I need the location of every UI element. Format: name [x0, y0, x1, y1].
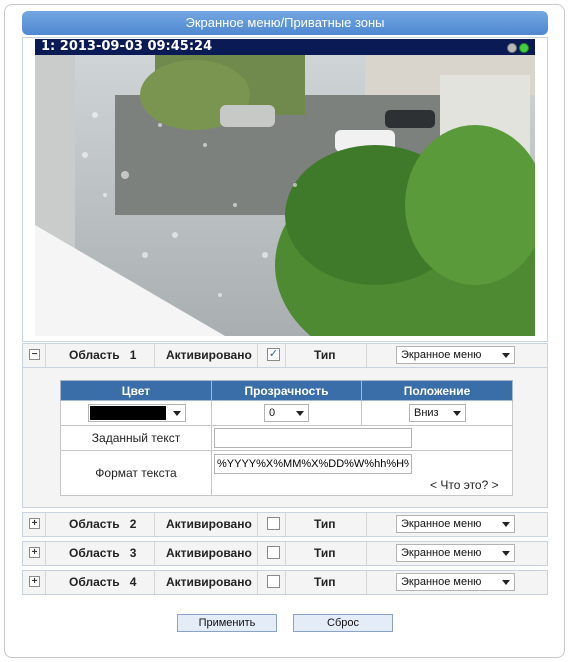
- video-osd-overlay: 1: 2013-09-03 09:45:24: [35, 39, 535, 55]
- video-preview: 1: 2013-09-03 09:45:24: [35, 39, 535, 336]
- panel-title: Экранное меню/Приватные зоны: [22, 11, 548, 35]
- chevron-down-icon: [453, 411, 461, 416]
- activated-checkbox[interactable]: [267, 546, 280, 559]
- activated-checkbox[interactable]: ✓: [267, 348, 280, 361]
- type-select[interactable]: Экранное меню: [396, 346, 515, 364]
- activated-checkbox[interactable]: [267, 517, 280, 530]
- area-label: Область 3: [69, 546, 137, 560]
- chevron-down-icon: [296, 411, 304, 416]
- type-label: Тип: [314, 348, 336, 362]
- preset-text-input[interactable]: [214, 428, 412, 448]
- color-swatch: [90, 406, 166, 420]
- camera-scene-image: [35, 55, 535, 336]
- activated-label: Активировано: [166, 546, 252, 560]
- chevron-down-icon: [502, 353, 510, 358]
- format-label: Формат текста: [60, 450, 212, 496]
- apply-button[interactable]: Применить: [177, 614, 277, 632]
- position-select[interactable]: Вниз: [409, 404, 466, 422]
- osd-options-table: Цвет Прозрачность Положение 0 Вниз Задан…: [60, 380, 513, 496]
- video-container: 1: 2013-09-03 09:45:24: [22, 37, 548, 342]
- area-row-3: + Область 3 Активировано Тип Экранное ме…: [22, 541, 548, 566]
- status-icon[interactable]: [519, 43, 529, 53]
- type-label: Тип: [314, 575, 336, 589]
- area-1-details: Цвет Прозрачность Положение 0 Вниз Задан…: [22, 368, 548, 508]
- type-select[interactable]: Экранное меню: [396, 573, 515, 591]
- column-header-transparency: Прозрачность: [211, 380, 362, 401]
- area-row-2: + Область 2 Активировано Тип Экранное ме…: [22, 512, 548, 537]
- type-select[interactable]: Экранное меню: [396, 515, 515, 533]
- activated-checkbox[interactable]: [267, 575, 280, 588]
- area-row-4: + Область 4 Активировано Тип Экранное ме…: [22, 570, 548, 595]
- activated-label: Активировано: [166, 348, 252, 362]
- expand-icon[interactable]: +: [29, 547, 40, 558]
- chevron-down-icon: [502, 551, 510, 556]
- minimize-icon[interactable]: [507, 43, 517, 53]
- column-header-position: Положение: [361, 380, 513, 401]
- activated-label: Активировано: [166, 575, 252, 589]
- activated-label: Активировано: [166, 517, 252, 531]
- help-link[interactable]: < Что это? >: [430, 478, 499, 492]
- area-label: Область 4: [69, 575, 137, 589]
- area-label: Область 1: [69, 348, 137, 362]
- chevron-down-icon: [173, 411, 181, 416]
- collapse-icon[interactable]: −: [29, 349, 40, 360]
- preset-text-label: Заданный текст: [60, 425, 212, 451]
- type-select[interactable]: Экранное меню: [396, 544, 515, 562]
- area-row-1: − Область 1 Активировано ✓ Тип Экранное …: [22, 343, 548, 368]
- format-text-input[interactable]: [214, 454, 412, 474]
- type-label: Тип: [314, 546, 336, 560]
- expand-icon[interactable]: +: [29, 576, 40, 587]
- expand-icon[interactable]: +: [29, 518, 40, 529]
- type-label: Тип: [314, 517, 336, 531]
- column-header-color: Цвет: [60, 380, 212, 401]
- chevron-down-icon: [502, 522, 510, 527]
- reset-button[interactable]: Сброс: [293, 614, 393, 632]
- chevron-down-icon: [502, 580, 510, 585]
- color-select[interactable]: [88, 404, 186, 422]
- area-label: Область 2: [69, 517, 137, 531]
- transparency-select[interactable]: 0: [264, 404, 309, 422]
- osd-datetime-text: 1: 2013-09-03 09:45:24: [41, 39, 213, 54]
